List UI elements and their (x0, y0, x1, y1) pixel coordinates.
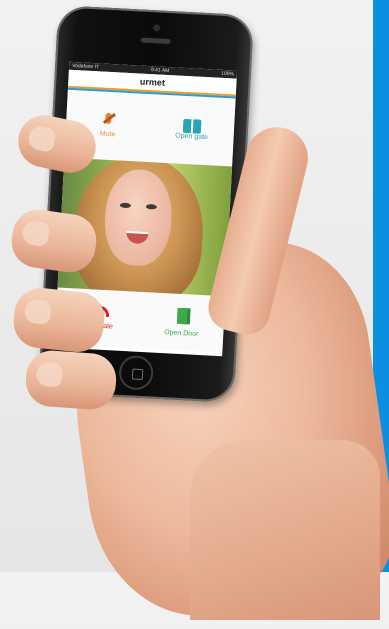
fingernail (21, 219, 51, 248)
earpiece-speaker (140, 37, 171, 45)
fingernail (26, 124, 57, 154)
mute-label: Mute (99, 129, 116, 138)
battery-label: 100% (220, 70, 235, 78)
fingernail (35, 361, 64, 388)
ring-finger (11, 285, 107, 355)
open-gate-button[interactable]: Open gate (148, 92, 236, 166)
smile (125, 231, 149, 245)
hand-wrist (190, 440, 380, 620)
clock-label: 9:41 AM (150, 67, 170, 75)
fingernail (23, 298, 52, 326)
left-eye (119, 202, 132, 209)
home-button[interactable] (118, 354, 155, 391)
front-camera (153, 24, 161, 32)
app-logo: urmet (139, 76, 166, 88)
open-door-label: Open Door (164, 328, 199, 338)
home-square-icon (131, 368, 144, 381)
gate-icon (183, 118, 202, 133)
microphone-muted-icon (102, 112, 115, 131)
door-icon (176, 307, 188, 324)
little-finger (24, 348, 118, 412)
right-eye (145, 204, 157, 210)
open-gate-label: Open gate (175, 131, 209, 141)
